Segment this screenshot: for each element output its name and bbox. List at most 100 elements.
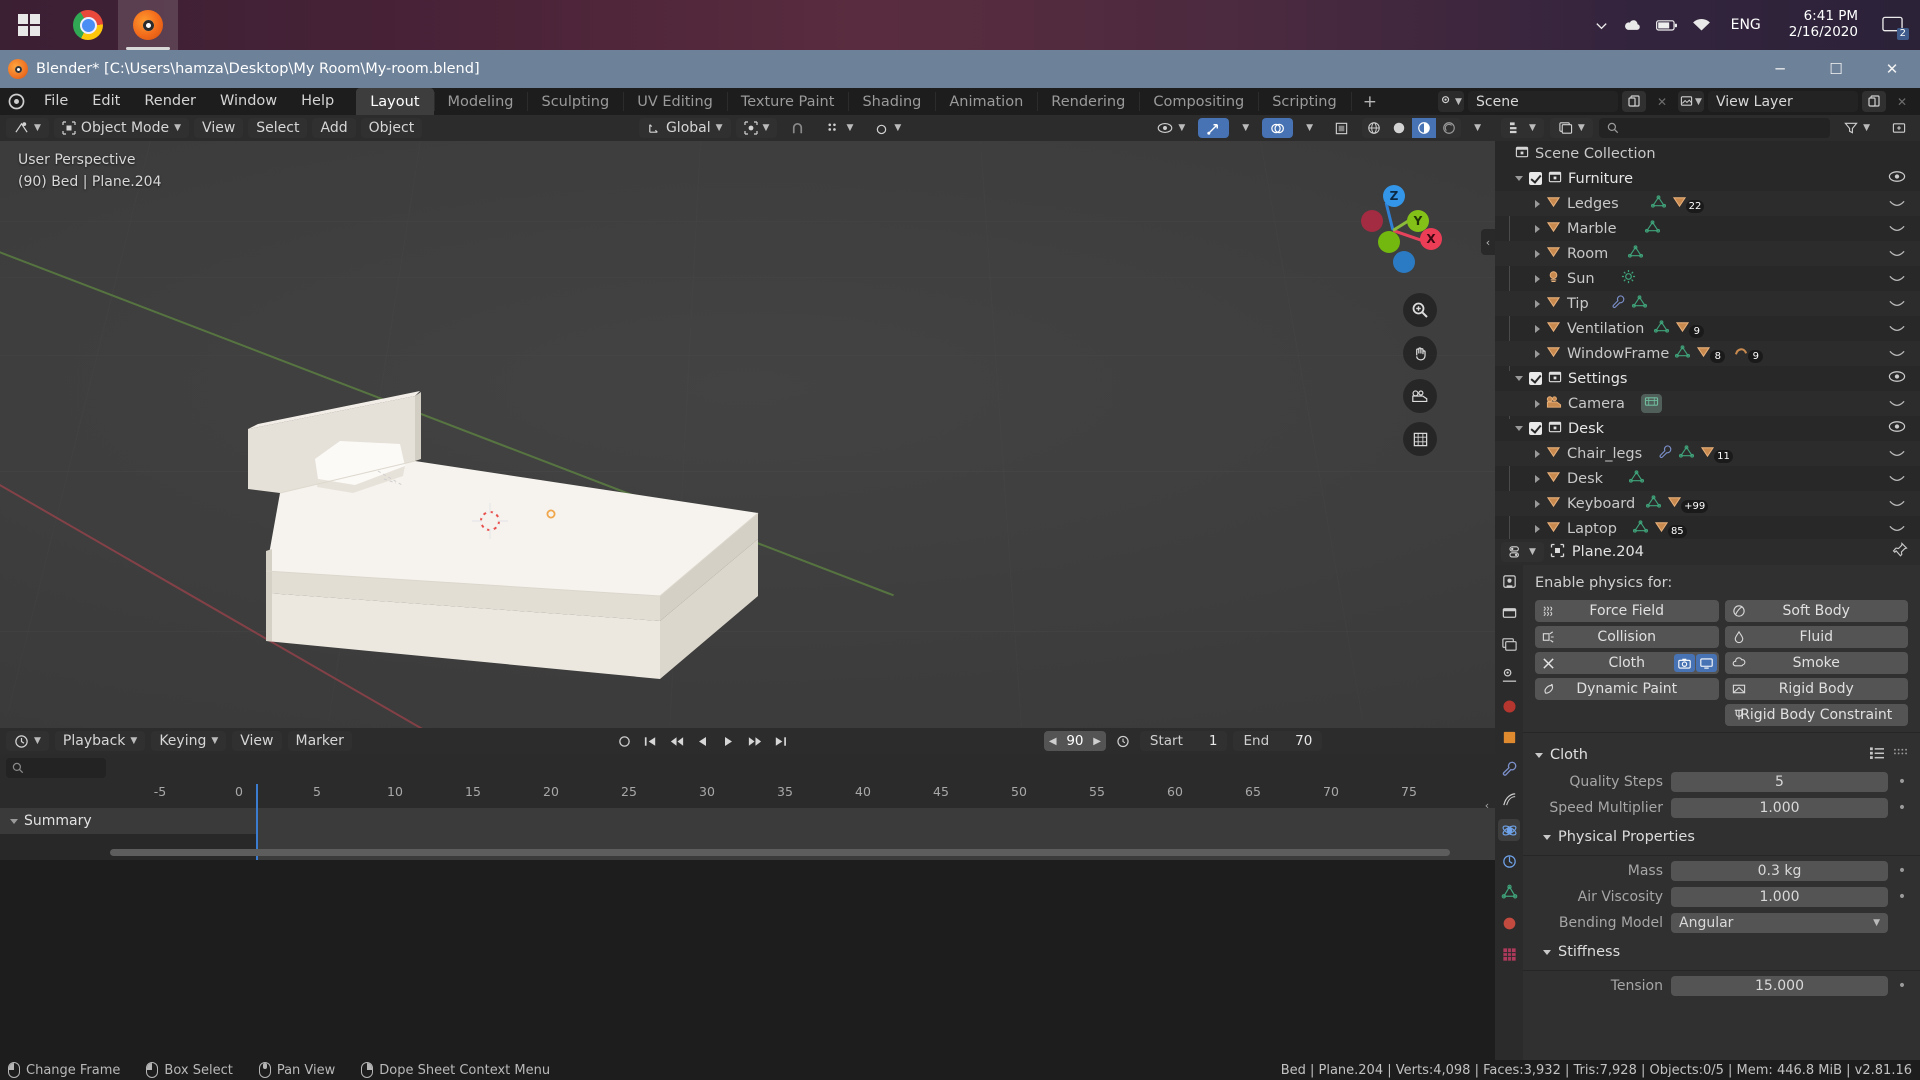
- mesh-data-icon[interactable]: [1679, 444, 1695, 463]
- show-gizmo-button[interactable]: [1198, 118, 1230, 138]
- menu-window[interactable]: Window: [208, 88, 289, 115]
- chevron-right-icon[interactable]: [1535, 474, 1540, 483]
- editor-type-selector[interactable]: ▼: [6, 118, 49, 138]
- dynamic-paint-button[interactable]: Dynamic Paint: [1535, 678, 1719, 700]
- modifier-wrench-icon[interactable]: [1658, 444, 1673, 463]
- shading-material-preview-button[interactable]: [1412, 118, 1437, 138]
- tab-physics-properties[interactable]: [1498, 819, 1520, 841]
- timeline-menu-keying[interactable]: Keying ▼: [151, 731, 227, 751]
- snap-magnet-button[interactable]: [782, 118, 813, 138]
- restrict-toggle-icon[interactable]: [1888, 196, 1906, 212]
- frame-decrement-icon[interactable]: ◀: [1049, 736, 1057, 747]
- menu-render[interactable]: Render: [132, 88, 208, 115]
- view-layer-browse-icon[interactable]: ▼: [1678, 91, 1704, 112]
- timeline-horizontal-scrollbar[interactable]: [110, 849, 1450, 856]
- outliner-search-input[interactable]: [1598, 118, 1831, 138]
- remove-scene-button[interactable]: ✕: [1650, 91, 1674, 112]
- chevron-down-icon[interactable]: [1515, 426, 1523, 431]
- chevron-right-icon[interactable]: [1535, 199, 1540, 208]
- chevron-up-icon[interactable]: [1594, 18, 1609, 33]
- gizmo-axis-neg-y[interactable]: [1378, 231, 1400, 253]
- start-frame-field[interactable]: Start 1: [1139, 731, 1228, 751]
- viewport-menu-select[interactable]: Select: [248, 118, 308, 138]
- blender-logo-icon[interactable]: [0, 88, 32, 115]
- animate-property-dot[interactable]: •: [1896, 863, 1908, 879]
- tab-output-properties[interactable]: [1498, 602, 1520, 624]
- summary-channel-row[interactable]: Summary: [0, 808, 257, 834]
- outliner-row-room[interactable]: Room: [1495, 241, 1920, 266]
- tab-layout[interactable]: Layout: [356, 88, 434, 115]
- navigation-gizmo[interactable]: Z Y X: [1349, 176, 1442, 273]
- restrict-toggle-icon[interactable]: [1888, 271, 1906, 287]
- cloth-button[interactable]: Cloth: [1535, 652, 1719, 674]
- mesh-data-icon[interactable]: [1675, 344, 1691, 363]
- timeline-search-input[interactable]: [6, 758, 106, 778]
- pivot-point-selector[interactable]: ▼: [735, 118, 778, 138]
- tab-render-properties[interactable]: [1498, 571, 1520, 593]
- close-button[interactable]: ✕: [1864, 50, 1920, 88]
- chevron-right-icon[interactable]: [1535, 499, 1540, 508]
- add-workspace-button[interactable]: +: [1350, 88, 1389, 115]
- tab-modifier-properties[interactable]: [1498, 757, 1520, 779]
- animate-property-dot[interactable]: •: [1896, 978, 1908, 994]
- outliner-row-keyboard[interactable]: Keyboard +99: [1495, 491, 1920, 516]
- cloud-icon[interactable]: [1623, 18, 1642, 33]
- chevron-right-icon[interactable]: [1535, 349, 1540, 358]
- restrict-toggle-icon[interactable]: [1888, 321, 1906, 337]
- visibility-eye-icon[interactable]: [1888, 420, 1906, 437]
- mesh-children-icon[interactable]: [1675, 320, 1690, 338]
- start-button[interactable]: [0, 0, 58, 50]
- object-mode-selector[interactable]: Object Mode ▼: [53, 118, 190, 138]
- animation-data-icon[interactable]: [1734, 345, 1749, 362]
- outliner-row-windowframe[interactable]: WindowFrame 8 9: [1495, 341, 1920, 366]
- outliner-row-desk-collection[interactable]: Desk: [1495, 416, 1920, 441]
- force-field-button[interactable]: Force Field: [1535, 600, 1719, 622]
- timeline-menu-playback[interactable]: Playback ▼: [54, 731, 146, 751]
- animate-property-dot[interactable]: •: [1896, 774, 1908, 790]
- viewport-canvas[interactable]: User Perspective (90) Bed | Plane.204 Z …: [0, 141, 1495, 728]
- timeline-editor-type-selector[interactable]: ▼: [6, 731, 49, 751]
- timeline-menu-view[interactable]: View: [232, 731, 282, 751]
- drag-handle-icon[interactable]: [1893, 746, 1908, 764]
- use-preview-range-icon[interactable]: [1112, 731, 1134, 751]
- restrict-toggle-icon[interactable]: [1888, 521, 1906, 537]
- bed-model[interactable]: [0, 141, 1495, 728]
- outliner-row-settings[interactable]: Settings: [1495, 366, 1920, 391]
- collection-checkbox[interactable]: [1529, 372, 1542, 385]
- mesh-children-icon[interactable]: [1672, 195, 1687, 213]
- restrict-toggle-icon[interactable]: [1888, 246, 1906, 262]
- shading-wireframe-button[interactable]: [1362, 118, 1386, 138]
- new-view-layer-button[interactable]: [1862, 91, 1886, 112]
- frame-increment-icon[interactable]: ▶: [1093, 736, 1101, 747]
- show-overlays-button[interactable]: [1262, 118, 1294, 138]
- modifier-wrench-icon[interactable]: [1611, 294, 1626, 313]
- camera-view-icon[interactable]: [1403, 379, 1437, 413]
- scene-browse-icon[interactable]: ▼: [1438, 91, 1464, 112]
- rigid-body-button[interactable]: Rigid Body: [1724, 678, 1908, 700]
- mesh-data-icon[interactable]: [1629, 469, 1645, 488]
- collection-checkbox[interactable]: [1529, 172, 1542, 185]
- maximize-button[interactable]: ☐: [1808, 50, 1864, 88]
- fluid-button[interactable]: Fluid: [1724, 626, 1908, 648]
- gizmo-axis-z[interactable]: Z: [1383, 185, 1405, 207]
- outliner-row-ledges[interactable]: Ledges 22: [1495, 191, 1920, 216]
- proportional-editing-button[interactable]: ▼: [866, 118, 909, 138]
- timeline-menu-marker[interactable]: Marker: [287, 731, 352, 751]
- close-icon[interactable]: [1542, 657, 1555, 670]
- tab-sculpting[interactable]: Sculpting: [527, 88, 623, 115]
- mesh-data-icon[interactable]: [1644, 219, 1660, 238]
- gizmo-axis-x[interactable]: X: [1420, 228, 1442, 250]
- tab-scripting[interactable]: Scripting: [1258, 88, 1350, 115]
- timeline-editor[interactable]: ▼ Playback ▼ Keying ▼ View Marker ◀ 90 ▶…: [0, 728, 1495, 860]
- outliner-tree[interactable]: Scene Collection Furniture Ledges 22 Mar…: [1495, 141, 1920, 539]
- outliner-editor-type-selector[interactable]: ▼: [1501, 118, 1544, 138]
- mesh-data-icon[interactable]: [1628, 244, 1644, 263]
- physical-properties-header[interactable]: Physical Properties: [1535, 825, 1908, 849]
- properties-editor-type-selector[interactable]: ▼: [1501, 542, 1544, 562]
- outliner-row-sun[interactable]: Sun: [1495, 266, 1920, 291]
- tab-shading[interactable]: Shading: [848, 88, 935, 115]
- viewport-menu-object[interactable]: Object: [360, 118, 423, 138]
- animate-property-dot[interactable]: •: [1896, 889, 1908, 905]
- mesh-data-icon[interactable]: [1631, 294, 1647, 313]
- outliner-display-mode-selector[interactable]: ▼: [1549, 118, 1593, 138]
